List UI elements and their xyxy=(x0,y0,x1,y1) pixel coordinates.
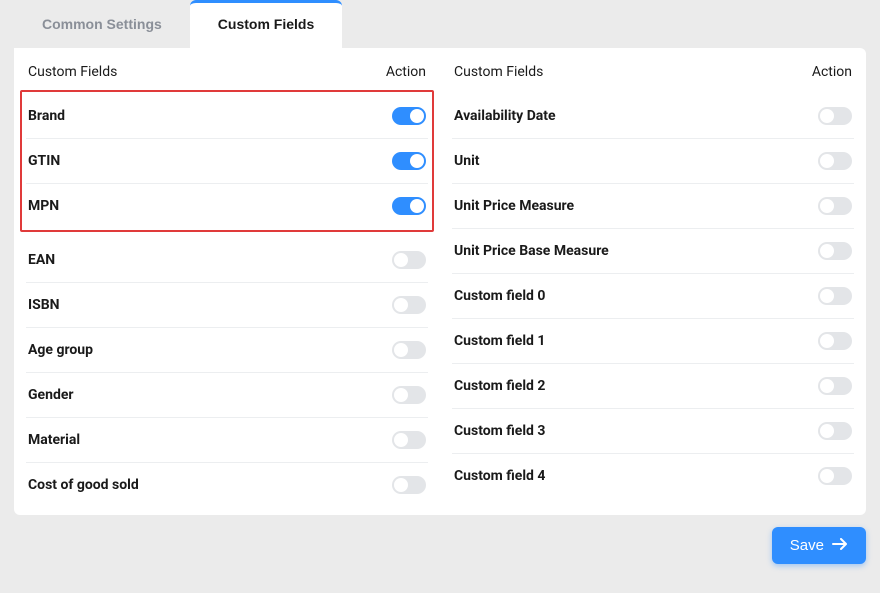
field-label: GTIN xyxy=(28,153,60,169)
highlighted-fields: Brand GTIN MPN xyxy=(20,90,434,232)
field-toggle[interactable] xyxy=(392,107,426,125)
tab-common-settings[interactable]: Common Settings xyxy=(14,0,190,48)
field-toggle[interactable] xyxy=(818,422,852,440)
field-row: Custom field 1 xyxy=(452,319,854,364)
column-header-fields: Custom Fields xyxy=(454,64,543,80)
field-toggle[interactable] xyxy=(818,152,852,170)
field-row: Cost of good sold xyxy=(26,463,428,507)
save-button[interactable]: Save xyxy=(772,527,866,564)
field-row: GTIN xyxy=(26,139,428,184)
field-toggle[interactable] xyxy=(392,152,426,170)
field-toggle[interactable] xyxy=(818,287,852,305)
tab-custom-fields[interactable]: Custom Fields xyxy=(190,0,342,48)
field-row: MPN xyxy=(26,184,428,228)
tabs: Common Settings Custom Fields xyxy=(14,0,866,48)
field-label: Gender xyxy=(28,387,74,403)
field-label: Custom field 1 xyxy=(454,333,545,349)
column-header-action: Action xyxy=(812,64,852,80)
field-toggle[interactable] xyxy=(392,431,426,449)
field-label: Cost of good sold xyxy=(28,477,139,493)
field-label: Unit Price Measure xyxy=(454,198,574,214)
field-row: Brand xyxy=(26,94,428,139)
field-toggle[interactable] xyxy=(392,197,426,215)
field-label: ISBN xyxy=(28,297,60,313)
field-toggle[interactable] xyxy=(392,341,426,359)
field-row: Age group xyxy=(26,328,428,373)
column-header-action: Action xyxy=(386,64,426,80)
right-column: Custom Fields Action Availability Date Un… xyxy=(452,58,854,507)
field-row: Gender xyxy=(26,373,428,418)
field-toggle[interactable] xyxy=(392,386,426,404)
field-row: Custom field 0 xyxy=(452,274,854,319)
field-label: Custom field 3 xyxy=(454,423,545,439)
field-label: Custom field 2 xyxy=(454,378,545,394)
field-toggle[interactable] xyxy=(392,476,426,494)
field-row: Custom field 3 xyxy=(452,409,854,454)
field-toggle[interactable] xyxy=(818,377,852,395)
field-toggle[interactable] xyxy=(818,197,852,215)
field-row: ISBN xyxy=(26,283,428,328)
field-row: Custom field 2 xyxy=(452,364,854,409)
field-label: MPN xyxy=(28,198,59,214)
field-label: Material xyxy=(28,432,80,448)
left-column: Custom Fields Action Brand GTIN MPN EAN ISBN… xyxy=(26,58,428,507)
field-label: EAN xyxy=(28,252,55,268)
field-label: Custom field 0 xyxy=(454,288,545,304)
field-label: Availability Date xyxy=(454,108,556,124)
field-row: Unit Price Measure xyxy=(452,184,854,229)
column-header-fields: Custom Fields xyxy=(28,64,117,80)
field-toggle[interactable] xyxy=(392,251,426,269)
field-toggle[interactable] xyxy=(818,467,852,485)
field-row: Material xyxy=(26,418,428,463)
field-label: Brand xyxy=(28,108,65,124)
tab-label: Common Settings xyxy=(42,16,162,32)
save-label: Save xyxy=(790,537,824,554)
field-label: Unit Price Base Measure xyxy=(454,243,609,259)
field-row: Availability Date xyxy=(452,94,854,139)
field-row: Unit Price Base Measure xyxy=(452,229,854,274)
field-label: Custom field 4 xyxy=(454,468,545,484)
custom-fields-panel: Custom Fields Action Brand GTIN MPN EAN ISBN… xyxy=(14,48,866,515)
field-label: Age group xyxy=(28,342,93,358)
field-label: Unit xyxy=(454,153,480,169)
field-row: EAN xyxy=(26,238,428,283)
field-row: Unit xyxy=(452,139,854,184)
field-toggle[interactable] xyxy=(818,242,852,260)
field-row: Custom field 4 xyxy=(452,454,854,498)
field-toggle[interactable] xyxy=(818,107,852,125)
tab-label: Custom Fields xyxy=(218,16,314,32)
field-toggle[interactable] xyxy=(392,296,426,314)
field-toggle[interactable] xyxy=(818,332,852,350)
arrow-right-icon xyxy=(832,537,848,554)
